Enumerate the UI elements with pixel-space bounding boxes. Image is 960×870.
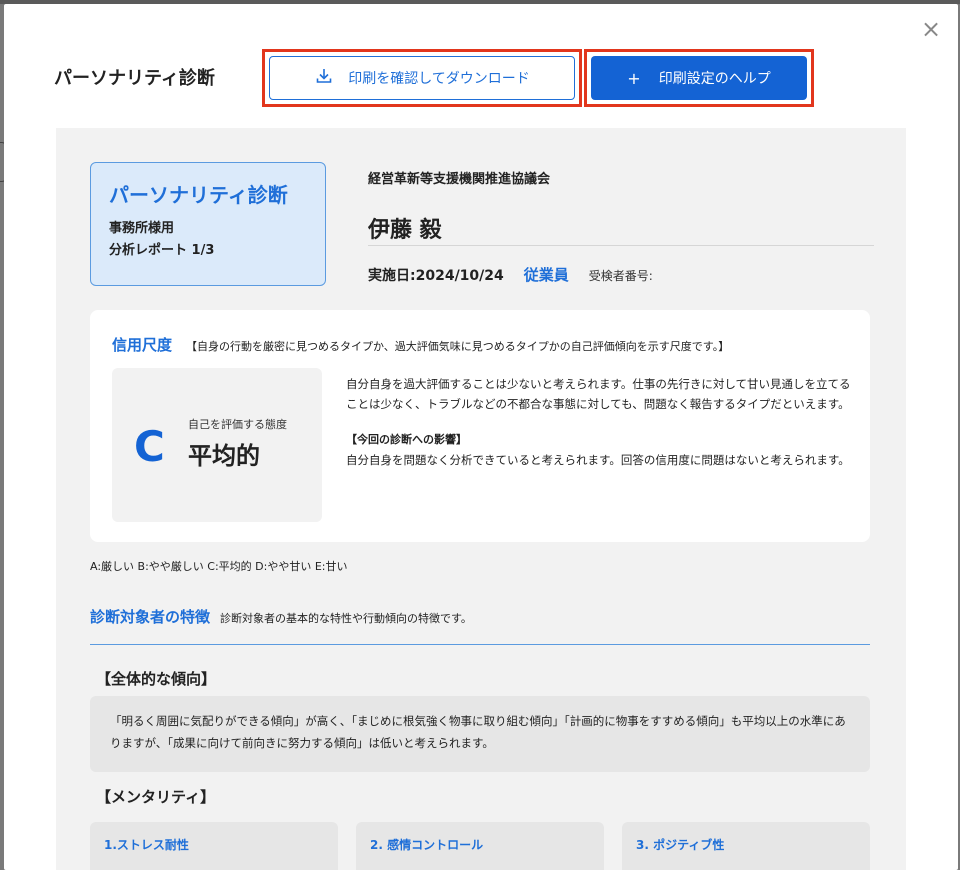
organization-name: 経営革新等支援機関推進協議会 — [368, 172, 551, 187]
credibility-card: 信用尺度 【自身の行動を厳密に見つめるタイプか、過大評価気味に見つめるタイプかの… — [90, 310, 870, 542]
grade-subtitle: 自己を評価する態度 — [188, 418, 287, 431]
credibility-description: 【自身の行動を厳密に見つめるタイプか、過大評価気味に見つめるタイプかの自己評価傾… — [186, 340, 730, 353]
credibility-title: 信用尺度 — [112, 336, 173, 354]
grade-letter: C — [134, 422, 165, 471]
modal-title: パーソナリティ診断 — [54, 68, 215, 89]
grade-box: C 自己を評価する態度 平均的 — [112, 368, 322, 522]
divider — [368, 245, 874, 246]
mentality-card: 3. ポジティブ性 — [622, 822, 870, 870]
examinee-number: 受検者番号: — [588, 269, 653, 283]
person-type: 従業員 — [523, 266, 569, 284]
credibility-text: 自分自身を過大評価することは少ないと考えられます。仕事の先行きに対して甘い見通し… — [346, 377, 851, 411]
impact-heading: 【今回の診断への影響】 — [346, 433, 467, 446]
credibility-header: 信用尺度 【自身の行動を厳密に見つめるタイプか、過大評価気味に見つめるタイプかの… — [112, 334, 729, 355]
overall-text: 「明るく周囲に気配りができる傾向」が高く、「まじめに根気強く物事に取り組む傾向」… — [90, 696, 870, 772]
report-meta: 実施日:2024/10/24 従業員 受検者番号: — [368, 264, 653, 285]
plus-icon: + — [627, 68, 641, 88]
help-button[interactable]: + 印刷設定のヘルプ — [591, 56, 807, 100]
test-date: 実施日:2024/10/24 — [368, 268, 504, 284]
download-icon — [314, 66, 334, 90]
badge-line-1: 事務所様用 — [109, 221, 175, 236]
traits-header: 診断対象者の特徴 診断対象者の基本的な特性や行動傾向の特徴です。 — [90, 606, 472, 627]
traits-description: 診断対象者の基本的な特性や行動傾向の特徴です。 — [220, 612, 472, 625]
report-badge: パーソナリティ診断 事務所様用 分析レポート 1/3 — [90, 162, 326, 286]
close-icon[interactable]: × — [920, 17, 942, 41]
report-preview[interactable]: パーソナリティ診断 事務所様用 分析レポート 1/3 経営革新等支援機関推進協議… — [56, 128, 906, 870]
mentality-card-title: 3. ポジティブ性 — [636, 838, 725, 852]
credibility-body: 自分自身を過大評価することは少ないと考えられます。仕事の先行きに対して甘い見通し… — [346, 374, 854, 470]
grade-value: 平均的 — [188, 442, 260, 470]
scale-legend: A:厳しい B:やや厳しい C:平均的 D:やや甘い E:甘い — [90, 560, 348, 573]
mentality-card: 2. 感情コントロール — [356, 822, 604, 870]
impact-text: 自分自身を問題なく分析できていると考えられます。回答の信用度に問題はないと考えら… — [346, 453, 850, 467]
mentality-heading: 【メンタリティ】 — [96, 788, 216, 806]
mentality-card-title: 2. 感情コントロール — [370, 838, 484, 852]
section-divider — [90, 644, 870, 645]
mentality-card-title: 1.ストレス耐性 — [104, 838, 189, 852]
download-button[interactable]: 印刷を確認してダウンロード — [269, 56, 575, 100]
traits-title: 診断対象者の特徴 — [90, 608, 211, 626]
mentality-card: 1.ストレス耐性 — [90, 822, 338, 870]
download-button-label: 印刷を確認してダウンロード — [348, 71, 530, 87]
person-name: 伊藤 毅 — [368, 218, 442, 243]
print-preview-modal: × パーソナリティ診断 印刷を確認してダウンロード + 印刷設定のヘルプ パーソ… — [4, 4, 958, 870]
badge-title: パーソナリティ診断 — [109, 183, 288, 207]
overall-heading: 【全体的な傾向】 — [96, 670, 217, 688]
help-button-label: 印刷設定のヘルプ — [658, 71, 771, 87]
badge-line-2: 分析レポート 1/3 — [109, 243, 215, 258]
